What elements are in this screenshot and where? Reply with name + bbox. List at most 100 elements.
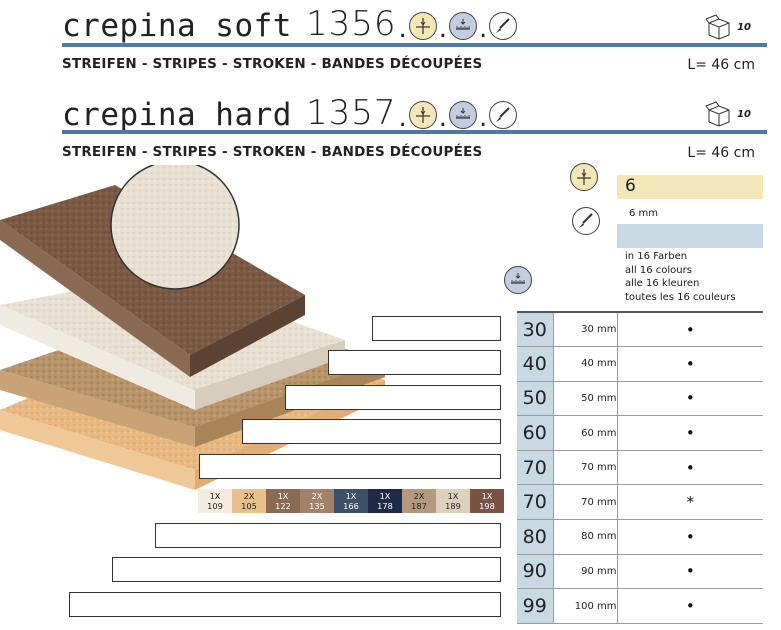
product-title-hard: crepina hard 1357 . . . — [62, 93, 518, 133]
ruler-icon — [504, 266, 532, 294]
swatch-code: 198 — [479, 501, 495, 511]
color-swatch: 1X 109 — [198, 489, 232, 513]
swatch-qty: 1X — [481, 491, 493, 501]
size-big-cell: 80 — [517, 519, 554, 555]
size-mm-cell: 90 mm — [553, 554, 618, 590]
size-mark-cell: • — [617, 381, 763, 417]
length-label: L= 46 cm — [687, 145, 755, 161]
pack-quantity: 10 — [705, 101, 751, 127]
thickness-icon — [408, 101, 437, 129]
swatch-code: 187 — [411, 501, 427, 511]
product-name: crepina hard — [62, 97, 292, 133]
brush-icon — [489, 12, 518, 40]
product-subtitle: STREIFEN - STRIPES - STROKEN - BANDES DÉ… — [62, 144, 483, 160]
color-swatch: 1X 122 — [266, 489, 300, 513]
box-icon — [705, 101, 730, 127]
color-assortment: 1X 109 2X 105 1X 122 2X 135 1X 166 1X 178 2X 187 1X 189… — [198, 489, 504, 513]
size-row: 50 50 mm • — [517, 381, 763, 417]
length-label: L= 46 cm — [687, 57, 755, 73]
cut-width-value: 6 mm — [629, 208, 659, 219]
box-icon — [705, 14, 730, 40]
size-mark-cell: * — [617, 484, 763, 521]
size-mm-cell: 80 mm — [553, 519, 618, 555]
size-row: 90 90 mm • — [517, 554, 763, 590]
size-mm-cell: 70 mm — [553, 484, 618, 521]
product-name: crepina soft — [62, 8, 292, 44]
size-table: 30 30 mm • 40 40 mm • 50 50 mm • 60 60 mm • 70 70 mm •… — [517, 311, 763, 624]
swatch-code: 166 — [343, 501, 359, 511]
size-big-cell: 30 — [517, 311, 554, 348]
brush-icon — [572, 207, 600, 235]
swatch-code: 122 — [275, 501, 291, 511]
swatch-code: 105 — [241, 501, 257, 511]
product-number: 1356 — [305, 4, 397, 44]
swatch-qty: 1X — [209, 491, 221, 501]
size-mm-cell: 40 mm — [553, 346, 618, 382]
swatch-code: 189 — [445, 501, 461, 511]
size-mark-cell: • — [617, 588, 763, 624]
size-label-box — [328, 350, 501, 375]
size-label-box — [372, 316, 501, 341]
color-swatch: 1X 178 — [368, 489, 402, 513]
size-mm-cell: 70 mm — [553, 450, 618, 486]
swatch-qty: 1X — [447, 491, 459, 501]
size-big-cell: 50 — [517, 381, 554, 417]
swatch-code: 178 — [377, 501, 393, 511]
size-mark-cell: • — [617, 415, 763, 451]
thickness-icon — [408, 12, 437, 40]
swatch-qty: 1X — [345, 491, 357, 501]
brush-icon — [489, 101, 518, 129]
size-row: 30 30 mm • — [517, 311, 763, 348]
size-mm-cell: 60 mm — [553, 415, 618, 451]
thickness-value: 6 — [617, 175, 763, 199]
title-rule — [62, 130, 767, 134]
size-mark-cell: • — [617, 554, 763, 590]
size-label-box — [285, 385, 501, 410]
size-label-box — [112, 557, 501, 582]
ruler-icon — [449, 101, 478, 129]
colors-note: in 16 Farben all 16 colours alle 16 kleu… — [625, 251, 736, 303]
ruler-icon — [449, 12, 478, 40]
swatch-qty: 2X — [413, 491, 425, 501]
size-big-cell: 90 — [517, 554, 554, 590]
title-rule — [62, 43, 767, 47]
color-swatch: 1X 189 — [436, 489, 470, 513]
size-mark-cell: • — [617, 450, 763, 486]
size-row: 80 80 mm • — [517, 519, 763, 555]
size-big-cell: 70 — [517, 484, 554, 521]
size-mark-cell: • — [617, 346, 763, 382]
size-row: 99 100 mm • — [517, 588, 763, 624]
size-label-box — [69, 592, 501, 617]
color-swatch: 2X 105 — [232, 489, 266, 513]
thickness-icon — [570, 163, 598, 191]
swatch-qty: 1X — [379, 491, 391, 501]
size-mm-cell: 100 mm — [553, 588, 618, 624]
size-label-box — [199, 454, 501, 479]
color-swatch: 2X 135 — [300, 489, 334, 513]
colors-band — [617, 224, 763, 248]
color-swatch: 1X 166 — [334, 489, 368, 513]
swatch-qty: 2X — [311, 491, 323, 501]
color-swatch: 2X 187 — [402, 489, 436, 513]
size-big-cell: 70 — [517, 450, 554, 486]
swatch-code: 109 — [207, 501, 223, 511]
size-label-box — [242, 419, 501, 444]
size-row: 70 70 mm • — [517, 450, 763, 486]
size-mark-cell: • — [617, 519, 763, 555]
size-mm-cell: 30 mm — [553, 311, 618, 348]
strip-stack-illustration — [0, 165, 385, 490]
product-number: 1357 — [305, 93, 397, 133]
size-row: 70 70 mm * — [517, 484, 763, 521]
size-row: 40 40 mm • — [517, 346, 763, 382]
swatch-qty: 2X — [243, 491, 255, 501]
size-big-cell: 60 — [517, 415, 554, 451]
size-mm-cell: 50 mm — [553, 381, 618, 417]
swatch-qty: 1X — [277, 491, 289, 501]
color-swatch: 1X 198 — [470, 489, 504, 513]
size-big-cell: 99 — [517, 588, 554, 624]
swatch-code: 135 — [309, 501, 325, 511]
size-big-cell: 40 — [517, 346, 554, 382]
size-mark-cell: • — [617, 311, 763, 348]
product-title-soft: crepina soft 1356 . . . — [62, 4, 518, 44]
product-subtitle: STREIFEN - STRIPES - STROKEN - BANDES DÉ… — [62, 56, 483, 72]
